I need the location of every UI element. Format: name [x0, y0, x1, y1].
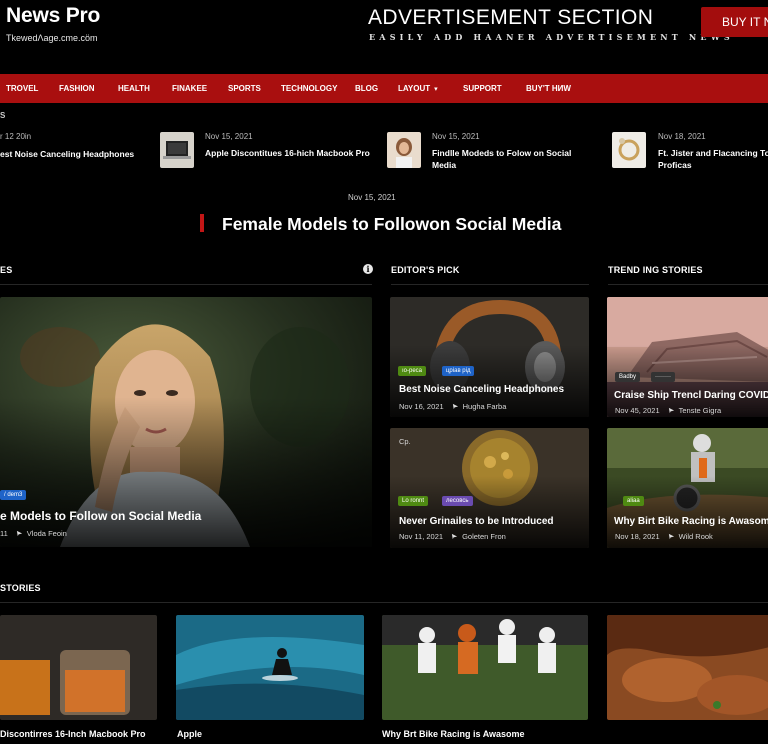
nav-item-layout-label: LAYOUT — [398, 84, 431, 93]
trending-card[interactable]: aliaa Why Birt Bike Racing is Awasome No… — [607, 428, 768, 548]
category-badge[interactable]: цріав рід — [442, 366, 475, 376]
story-meta: Nov 45, 2021 Tenste Gigra — [615, 406, 721, 415]
ticker-date: Nov 18, 2021 — [658, 132, 706, 141]
ticker-title[interactable]: Apple Discontitues 16-hich Macbook Pro — [205, 147, 375, 159]
ticker-date: Nov 15, 2021 — [205, 132, 253, 141]
ticker-title[interactable]: Ft. Jister and Flacancing To Proficas — [658, 147, 768, 171]
section-divider — [0, 284, 372, 285]
story-title[interactable]: Why Brt Bike Racing is Awasome — [382, 729, 525, 739]
story-author[interactable]: Hugha Farba — [463, 402, 507, 411]
category-badge[interactable]: Badbу — [615, 372, 641, 382]
nav-item-layout[interactable]: LAYOUT ▾ — [398, 74, 438, 104]
category-badge[interactable]: aliaa — [623, 496, 644, 506]
author-icon — [452, 403, 458, 410]
section-divider — [608, 284, 768, 285]
nav-item-support[interactable]: SUPPORT — [463, 74, 502, 103]
author-icon — [451, 533, 458, 540]
story-date: Nov 16, 2021 — [399, 402, 444, 411]
buy-it-now-button[interactable]: BUY IT NE — [701, 7, 768, 37]
story-title[interactable]: Discontirres 16-Inch Macbook Pro — [0, 729, 146, 739]
nav-item-fashion[interactable]: FASHION — [59, 74, 95, 103]
ad-title: ADVERTISEMENT SECTION — [368, 6, 654, 29]
ticker-label: S — [0, 111, 6, 120]
section-heading-stories: STORIES — [0, 583, 41, 593]
story-date: Nov 18, 2021 — [615, 532, 660, 541]
ticker-thumbnail-macbook[interactable] — [160, 132, 194, 168]
section-heading-editors-pick: EDITOR'S PICK — [391, 265, 460, 275]
editors-pick-card[interactable]: ıο-реса цріав рід Best Noise Canceling H… — [390, 297, 589, 417]
main-nav: TROVEL FASHION HEALTH FINAKEE SPORTS TEC… — [0, 74, 768, 103]
chevron-down-icon: ▾ — [434, 86, 438, 93]
nav-item-finance[interactable]: FINAKEE — [172, 74, 207, 103]
category-badge[interactable]: / dem3 — [0, 490, 27, 500]
author-icon — [668, 407, 674, 414]
nav-item-blog[interactable]: BLOG — [355, 74, 378, 103]
section-divider — [391, 284, 589, 285]
story-date: Nov 45, 2021 — [615, 406, 660, 415]
section-divider — [0, 602, 768, 603]
ticker-date: Nov 15, 2021 — [432, 132, 480, 141]
featured-title[interactable]: Female Models to Followon Social Media — [222, 214, 561, 235]
author-icon — [668, 533, 674, 540]
section-heading-trending: TREND ING STORIES — [608, 265, 703, 275]
editors-pick-card[interactable]: Cp. Lo ronnt лесовсь Never Grinailes to … — [390, 428, 589, 548]
story-author[interactable]: Wild Rook — [679, 532, 713, 541]
bottom-story-image-surf[interactable] — [176, 615, 364, 720]
story-meta: Nov 18, 2021 Wild Rook — [615, 532, 713, 541]
story-title[interactable]: Best Noise Canceling Headphones — [399, 384, 564, 395]
main-story-card[interactable]: / dem3 e Models to Follow on Social Medi… — [0, 297, 372, 547]
story-date: 11 — [0, 529, 8, 538]
nav-item-health[interactable]: HEALTH — [118, 74, 150, 103]
trending-card[interactable]: Badbу ········ Craise Ship Trencl Daring… — [607, 297, 768, 417]
story-meta: Nov 16, 2021 Hugha Farba — [399, 402, 506, 411]
bottom-story-image-tea[interactable] — [0, 615, 157, 720]
ad-subtitle: EASILY ADD HAANER ADVERTISEMENT NEWS — [369, 32, 734, 42]
category-badge[interactable]: ıο-реса — [398, 366, 427, 376]
story-meta: Nov 11, 2021 Goleten Fron — [399, 532, 506, 541]
nav-item-buy-now[interactable]: BUY'T HИW — [526, 74, 571, 103]
featured-accent-bar — [200, 214, 204, 232]
section-heading-left: ES — [0, 265, 13, 275]
site-title[interactable]: News Pro — [6, 4, 100, 28]
category-badge[interactable]: ········ — [651, 372, 675, 382]
story-author[interactable]: Goleten Fron — [462, 532, 506, 541]
ticker-title[interactable]: Findlle Modeds to Folow on Social Media — [432, 147, 597, 171]
info-icon[interactable]: i — [363, 264, 373, 274]
site-tagline: TkewedΛage.cme.cöm — [6, 33, 98, 43]
author-icon — [16, 530, 22, 537]
ticker-date: r 12 20in — [0, 132, 32, 141]
main-story-meta: 11 Vloda Feoin — [0, 529, 67, 538]
story-date: Nov 11, 2021 — [399, 532, 444, 541]
category-badge[interactable]: лесовсь — [442, 496, 473, 506]
bottom-story-image-football[interactable] — [382, 615, 588, 720]
nav-item-travel[interactable]: TROVEL — [6, 74, 38, 103]
story-title[interactable]: Craise Ship Trencl Daring COVID — [614, 390, 768, 401]
story-author[interactable]: Vloda Feoin — [27, 529, 67, 538]
main-story-title[interactable]: e Models to Follow on Social Media — [0, 509, 201, 523]
story-title[interactable]: Why Birt Bike Racing is Awasome — [614, 516, 768, 527]
story-title[interactable]: Apple — [177, 729, 202, 739]
nav-item-technology[interactable]: TECHNOLOGY — [281, 74, 337, 103]
card-corner-label: Cp. — [399, 437, 411, 446]
ticker-title[interactable]: est Noise Canceling Headphones — [0, 148, 150, 160]
story-title[interactable]: Never Grinailes to be Introduced — [399, 516, 553, 527]
nav-item-sports[interactable]: SPORTS — [228, 74, 261, 103]
featured-date: Nov 15, 2021 — [348, 193, 396, 202]
category-badge[interactable]: Lo ronnt — [398, 496, 429, 506]
bottom-story-image-rocks[interactable] — [607, 615, 768, 720]
ticker-thumbnail-model[interactable] — [387, 132, 421, 168]
ticker-thumbnail-ring[interactable] — [612, 132, 646, 168]
story-author[interactable]: Tenste Gigra — [679, 406, 722, 415]
